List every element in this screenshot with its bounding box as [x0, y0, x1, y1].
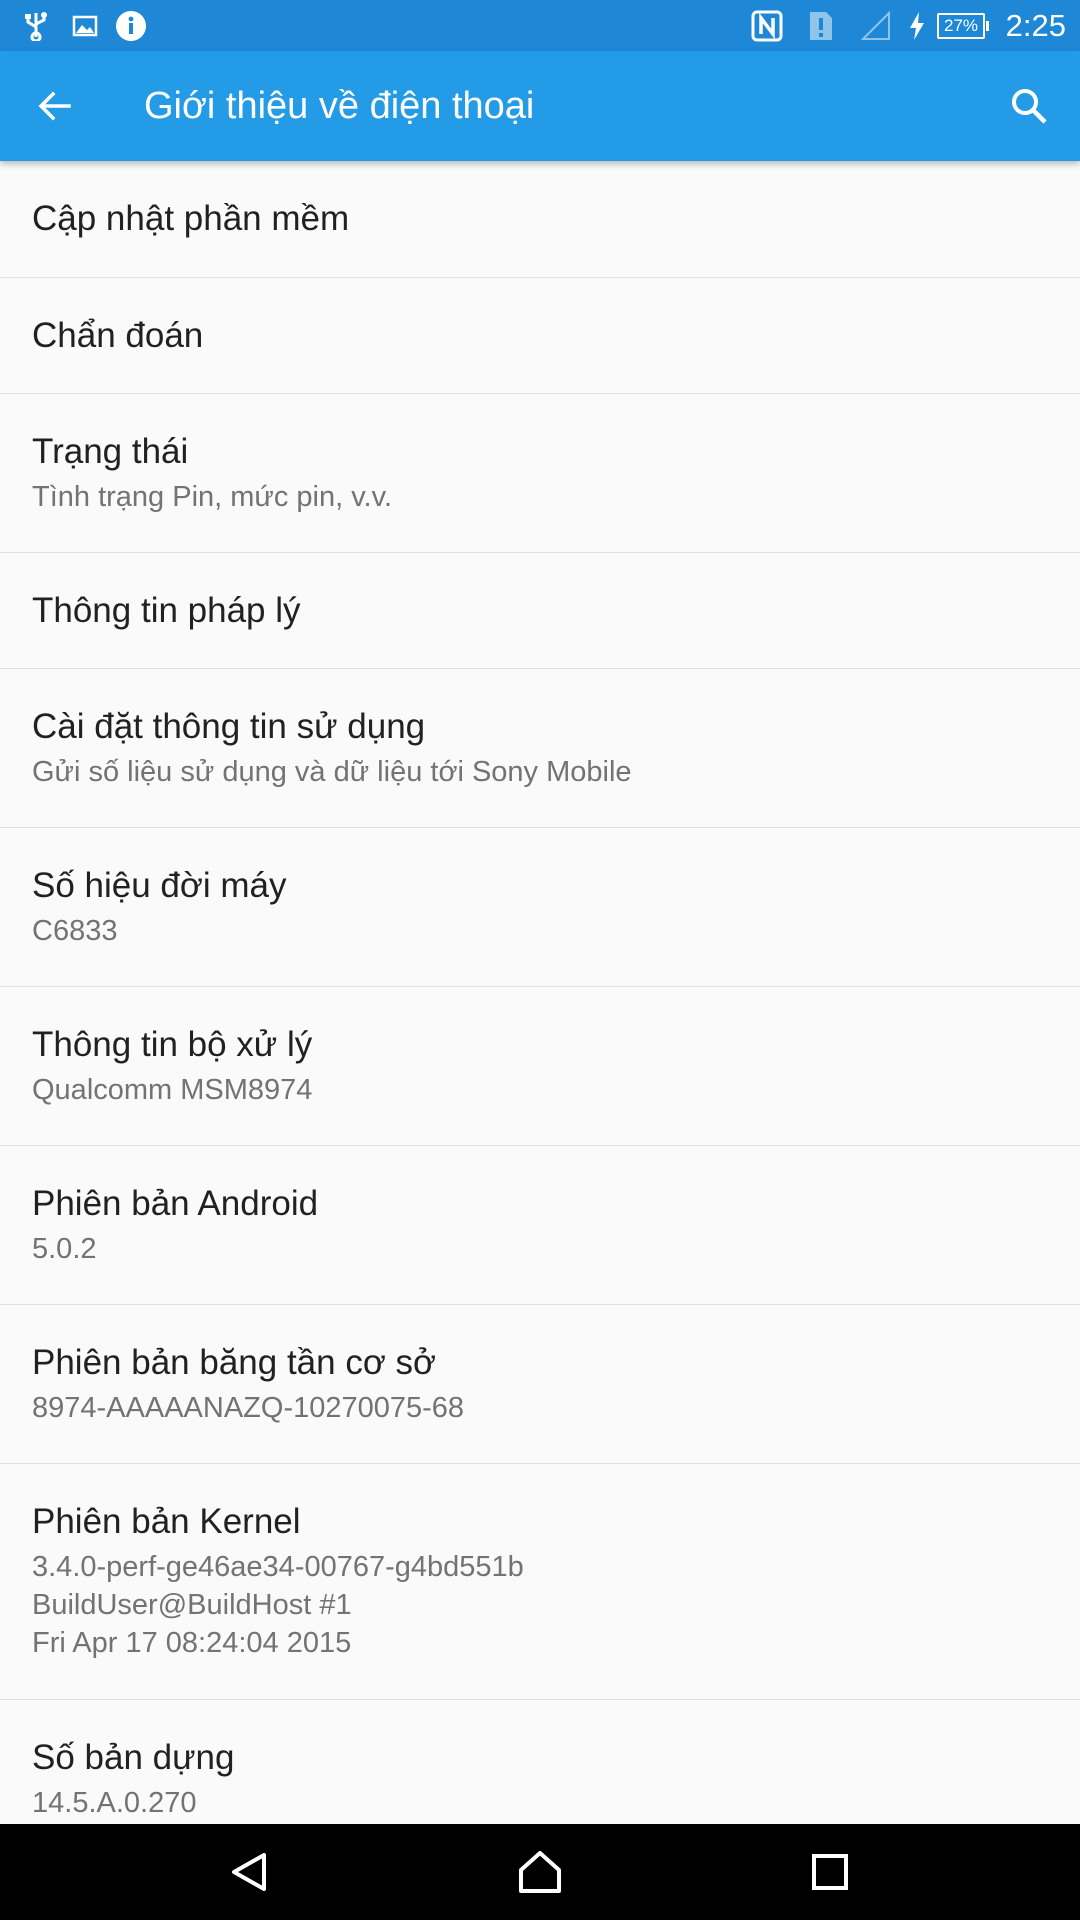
battery-indicator: 27%: [934, 0, 989, 51]
nav-recents-button[interactable]: [790, 1838, 870, 1906]
settings-item-title: Số hiệu đời máy: [32, 866, 287, 905]
settings-item-processor-info[interactable]: Thông tin bộ xử lý Qualcomm MSM8974: [0, 987, 1080, 1146]
home-icon: [519, 1851, 561, 1893]
settings-item-baseband-version[interactable]: Phiên bản băng tần cơ sở 8974-AAAAANAZQ-…: [0, 1305, 1080, 1464]
settings-item-title: Trạng thái: [32, 432, 189, 471]
settings-item-summary: 5.0.2: [32, 1233, 97, 1265]
charging-icon: [906, 0, 928, 51]
settings-item-summary: C6833: [32, 915, 118, 947]
settings-list: Cập nhật phần mềm Chẩn đoán Trạng thái T…: [0, 161, 1080, 1824]
settings-item-summary: Qualcomm MSM8974: [32, 1074, 313, 1106]
settings-item-summary: 14.5.A.0.270: [32, 1787, 197, 1819]
settings-item-title: Cập nhật phần mềm: [32, 199, 350, 238]
settings-item-title: Thông tin bộ xử lý: [32, 1025, 313, 1064]
navigation-bar: [0, 1824, 1080, 1920]
search-button[interactable]: [996, 73, 1062, 139]
settings-item-title: Phiên bản Kernel: [32, 1502, 301, 1541]
nav-back-button[interactable]: [210, 1838, 290, 1906]
settings-item-summary: Tình trạng Pin, mức pin, v.v.: [32, 481, 393, 513]
settings-item-title: Phiên bản băng tần cơ sở: [32, 1343, 436, 1382]
search-icon: [1012, 89, 1047, 124]
settings-item-diagnostics[interactable]: Chẩn đoán: [0, 278, 1080, 394]
usb-icon: [20, 0, 52, 51]
battery-level: 27%: [937, 12, 989, 39]
settings-item-software-update[interactable]: Cập nhật phần mềm: [0, 161, 1080, 278]
arrow-back-icon: [38, 91, 71, 121]
settings-item-kernel-version[interactable]: Phiên bản Kernel 3.4.0-perf-ge46ae34-007…: [0, 1464, 1080, 1700]
back-icon: [232, 1853, 266, 1891]
settings-item-summary: Gửi số liệu sử dụng và dữ liệu tới Sony …: [32, 756, 632, 788]
recents-icon: [812, 1854, 848, 1890]
settings-item-title: Thông tin pháp lý: [32, 590, 301, 630]
settings-item-title: Số bản dựng: [32, 1738, 235, 1777]
settings-item-status[interactable]: Trạng thái Tình trạng Pin, mức pin, v.v.: [0, 394, 1080, 553]
sim-alert-icon: [806, 0, 836, 51]
app-bar: Giới thiệu về điện thoại: [0, 51, 1080, 161]
back-button[interactable]: [22, 73, 88, 139]
nav-home-button[interactable]: [500, 1838, 580, 1906]
settings-item-summary: 8974-AAAAANAZQ-10270075-68: [32, 1392, 465, 1424]
settings-item-title: Cài đặt thông tin sử dụng: [32, 707, 426, 746]
settings-item-title: Phiên bản Android: [32, 1184, 319, 1223]
status-bar: 27% 2:25: [0, 0, 1080, 51]
status-time: 2:25: [1005, 8, 1066, 43]
settings-item-build-number[interactable]: Số bản dựng 14.5.A.0.270: [0, 1700, 1080, 1824]
signal-icon: [860, 0, 892, 51]
settings-item-model-number[interactable]: Số hiệu đời máy C6833: [0, 828, 1080, 987]
settings-item-summary: 3.4.0-perf-ge46ae34-00767-g4bd551b Build…: [32, 1551, 524, 1659]
info-icon: [114, 0, 148, 51]
settings-item-title: Chẩn đoán: [32, 315, 204, 355]
page-title: Giới thiệu về điện thoại: [144, 85, 535, 127]
settings-item-usage-info[interactable]: Cài đặt thông tin sử dụng Gửi số liệu sử…: [0, 669, 1080, 828]
nfc-icon: [750, 0, 784, 51]
settings-item-android-version[interactable]: Phiên bản Android 5.0.2: [0, 1146, 1080, 1305]
settings-item-legal-info[interactable]: Thông tin pháp lý: [0, 553, 1080, 669]
image-icon: [70, 0, 100, 51]
